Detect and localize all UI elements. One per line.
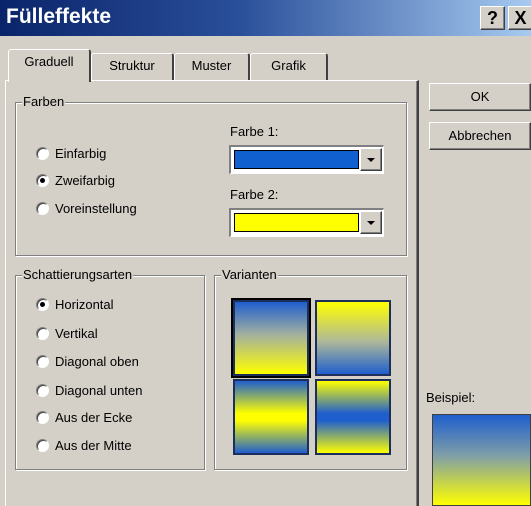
shading-group: Schattierungsarten Horizontal Vertikal D… (15, 267, 205, 470)
tab-graduell[interactable]: Graduell (8, 49, 91, 82)
radio-circle-icon (36, 410, 49, 424)
radio-checked-icon (36, 297, 49, 311)
radio-checked-icon (36, 173, 49, 187)
radio-label: Aus der Ecke (55, 409, 133, 425)
radio-diagonal-unten[interactable]: Diagonal unten (36, 380, 142, 400)
radio-label: Horizontal (55, 296, 114, 312)
colors-group-label: Farben (22, 94, 66, 110)
radio-label: Diagonal oben (55, 353, 139, 369)
variants-group: Varianten (214, 267, 407, 470)
chevron-down-icon (367, 157, 375, 162)
help-button[interactable]: ? (480, 6, 505, 30)
preview-label: Beispiel: (426, 390, 476, 405)
color1-label: Farbe 1: (230, 124, 279, 139)
color1-swatch (234, 150, 359, 169)
radio-label: Einfarbig (55, 145, 107, 161)
radio-label: Voreinstellung (55, 200, 137, 216)
tab-label: Muster (191, 58, 232, 73)
radio-circle-icon (36, 354, 49, 368)
variant-3[interactable] (233, 379, 309, 455)
ok-button[interactable]: OK (429, 83, 531, 111)
color2-label: Farbe 2: (230, 187, 279, 202)
radio-aus-der-mitte[interactable]: Aus der Mitte (36, 435, 132, 455)
radio-circle-icon (36, 146, 49, 160)
radio-zweifarbig[interactable]: Zweifarbig (36, 170, 115, 190)
chevron-down-icon (367, 220, 375, 225)
color2-dropdown[interactable] (229, 208, 384, 237)
title-bar: Fülleffekte ? X (0, 0, 531, 36)
radio-label: Zweifarbig (55, 172, 115, 188)
radio-diagonal-oben[interactable]: Diagonal oben (36, 351, 139, 371)
tab-label: Grafik (271, 58, 306, 73)
preview-swatch (432, 414, 531, 506)
color2-swatch (234, 213, 359, 232)
radio-label: Vertikal (55, 325, 98, 341)
tab-muster[interactable]: Muster (174, 53, 250, 80)
window-title: Fülleffekte (6, 5, 112, 28)
radio-voreinstellung[interactable]: Voreinstellung (36, 198, 137, 218)
variant-1[interactable] (233, 300, 309, 376)
radio-aus-der-ecke[interactable]: Aus der Ecke (36, 407, 132, 427)
tab-label: Graduell (24, 54, 74, 69)
shading-group-label: Schattierungsarten (22, 267, 134, 283)
tab-struktur[interactable]: Struktur (91, 53, 174, 80)
radio-circle-icon (36, 326, 49, 340)
radio-einfarbig[interactable]: Einfarbig (36, 143, 106, 163)
tab-label: Struktur (109, 58, 155, 73)
variants-group-label: Varianten (221, 267, 278, 283)
colors-group: Farben Einfarbig Zweifarbig Voreinstellu… (15, 94, 407, 256)
radio-label: Aus der Mitte (55, 437, 132, 453)
variant-4[interactable] (315, 379, 391, 455)
variant-2[interactable] (315, 300, 391, 376)
close-button[interactable]: X (508, 6, 531, 30)
radio-label: Diagonal unten (55, 382, 143, 398)
tab-grafik[interactable]: Grafik (250, 53, 328, 80)
radio-circle-icon (36, 438, 49, 452)
color1-dropdown[interactable] (229, 145, 384, 174)
radio-horizontal[interactable]: Horizontal (36, 294, 114, 314)
dropdown-button[interactable] (360, 148, 382, 171)
radio-vertikal[interactable]: Vertikal (36, 323, 98, 343)
radio-circle-icon (36, 383, 49, 397)
radio-circle-icon (36, 201, 49, 215)
cancel-button[interactable]: Abbrechen (429, 122, 531, 150)
dropdown-button[interactable] (360, 211, 382, 234)
